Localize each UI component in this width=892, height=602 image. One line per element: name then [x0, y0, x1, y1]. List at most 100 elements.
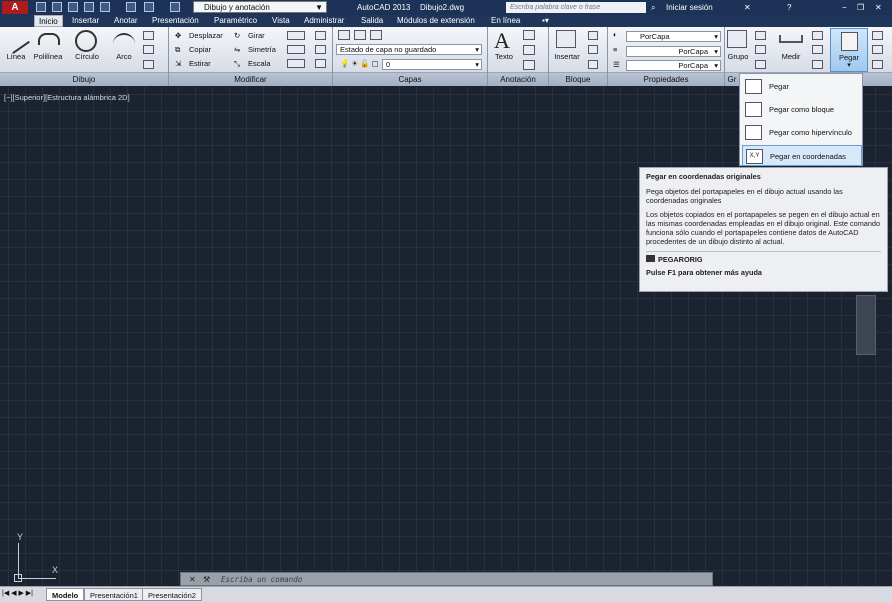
array-icon[interactable] [287, 59, 305, 68]
command-line[interactable]: ✕ ⚒ Escriba un comando [180, 572, 713, 586]
save-icon[interactable] [68, 2, 78, 12]
layer-tools-icon[interactable] [354, 30, 366, 40]
mirror-button[interactable]: Simetría [248, 45, 276, 55]
circle-button[interactable]: Círculo [70, 52, 104, 61]
viewport-label[interactable]: [−][Superior][Estructura alámbrica 2D] [4, 93, 130, 102]
divider [548, 73, 549, 86]
group-edit-icon[interactable] [755, 45, 766, 54]
undo-icon[interactable] [144, 2, 154, 12]
tab-salida[interactable]: Salida [361, 15, 383, 27]
panel-anotacion[interactable]: Anotación [488, 73, 548, 86]
panel-propiedades[interactable]: Propiedades [608, 73, 724, 86]
close-icon[interactable]: ✕ [189, 573, 196, 587]
arc-button[interactable]: Arco [108, 52, 140, 61]
restore-icon[interactable]: ❐ [857, 0, 864, 15]
menu-item-paste-hyperlink[interactable]: Pegar como hipervínculo [742, 122, 862, 143]
util-a-icon[interactable] [812, 31, 823, 40]
panel-bloque[interactable]: Bloque [549, 73, 607, 86]
tab-nav-arrows[interactable]: |◀ ◀ ▶ ▶| [2, 589, 33, 597]
tab-modulos[interactable]: Módulos de extensión [397, 15, 475, 27]
hatch-icon[interactable] [143, 45, 154, 54]
erase-icon[interactable] [315, 31, 326, 40]
plot-icon[interactable] [126, 2, 136, 12]
panel-grupo[interactable]: Gr [725, 73, 739, 86]
dimension-icon[interactable] [523, 30, 535, 40]
explode-icon[interactable] [315, 45, 326, 54]
attribute-icon[interactable] [588, 60, 598, 69]
menu-item-paste-original-coords[interactable]: X,YPegar en coordenadas originales [742, 145, 862, 182]
current-layer-dropdown[interactable]: 0 ▾ [382, 59, 482, 70]
menu-item-paste[interactable]: Pegar [742, 76, 862, 97]
tab-parametrico[interactable]: Paramétrico [214, 15, 257, 27]
polyline-button[interactable]: Polilínea [30, 52, 66, 61]
new-icon[interactable] [36, 2, 46, 12]
copy-button[interactable]: Copiar [189, 45, 211, 55]
panel-capas[interactable]: Capas [333, 73, 487, 86]
exchange-icon[interactable]: ✕ [744, 0, 751, 15]
layout-tab-model[interactable]: Modelo [46, 588, 85, 601]
offset-icon[interactable] [315, 59, 326, 68]
lineweight-dropdown[interactable]: PorCapa ▾ [626, 46, 721, 57]
minimize-icon[interactable]: − [842, 0, 847, 15]
tab-presentacion[interactable]: Presentación [152, 15, 199, 27]
group-button[interactable]: Grupo [724, 52, 752, 61]
trim-icon[interactable] [287, 31, 305, 40]
layer-state-icon[interactable] [370, 30, 382, 40]
redo-icon[interactable] [170, 2, 180, 12]
table-icon[interactable] [523, 60, 535, 70]
tab-insertar[interactable]: Insertar [72, 15, 99, 27]
web-icon[interactable] [100, 2, 110, 12]
search-icon[interactable]: ⌕ [651, 0, 655, 15]
command-input[interactable]: Escriba un comando [221, 573, 302, 587]
group-icon [727, 30, 747, 48]
color-dropdown[interactable]: PorCapa ▾ [626, 31, 721, 42]
measure-button[interactable]: Medir [775, 52, 807, 61]
scale-button[interactable]: Escala [248, 59, 271, 69]
util-c-icon[interactable] [812, 60, 823, 69]
tab-administrar[interactable]: Administrar [304, 15, 344, 27]
app-logo-icon[interactable]: A [2, 1, 28, 14]
fillet-icon[interactable] [287, 45, 305, 54]
linetype-dropdown[interactable]: PorCapa ▾ [626, 60, 721, 71]
tab-inicio[interactable]: Inicio [34, 15, 63, 27]
signin-link[interactable]: Iniciar sesión [666, 0, 713, 15]
open-icon[interactable] [52, 2, 62, 12]
util-b-icon[interactable] [812, 45, 823, 54]
rectangle-icon[interactable] [143, 31, 154, 40]
cut-icon[interactable] [872, 31, 883, 40]
tab-anotar[interactable]: Anotar [114, 15, 138, 27]
wrench-icon[interactable]: ⚒ [203, 573, 210, 587]
tab-vista[interactable]: Vista [272, 15, 290, 27]
tab-en-linea[interactable]: En línea [491, 15, 520, 27]
text-button[interactable]: Texto [490, 52, 518, 61]
match-props-icon[interactable] [872, 60, 883, 69]
menu-item-paste-block[interactable]: Pegar como bloque [742, 99, 862, 120]
navigation-bar[interactable] [856, 295, 876, 355]
line-button[interactable]: Línea [2, 52, 30, 61]
close-icon[interactable]: ✕ [875, 0, 882, 15]
workspace-selector[interactable]: Dibujo y anotación ▼ [193, 1, 327, 13]
panel-modificar[interactable]: Modificar [169, 73, 332, 86]
gradient-icon[interactable] [143, 60, 154, 69]
create-block-icon[interactable] [588, 31, 598, 40]
layout-tab-presentacion1[interactable]: Presentación1 [84, 588, 144, 601]
leader-icon[interactable] [523, 45, 535, 55]
paste-button[interactable]: Pegar ▾ [830, 28, 868, 72]
move-button[interactable]: Desplazar [189, 31, 223, 41]
panel-dibujo[interactable]: Dibujo [0, 73, 168, 86]
group-select-icon[interactable] [755, 60, 766, 69]
ungroup-icon[interactable] [755, 31, 766, 40]
help-icon[interactable]: ? [787, 0, 791, 15]
layout-tab-presentacion2[interactable]: Presentación2 [142, 588, 202, 601]
layer-state-dropdown[interactable]: Estado de capa no guardado ▾ [336, 44, 482, 55]
save-as-icon[interactable] [84, 2, 94, 12]
rotate-button[interactable]: Girar [248, 31, 265, 41]
search-input[interactable]: Escriba palabra clave o frase [506, 2, 646, 13]
insert-button[interactable]: Insertar [549, 52, 585, 61]
file-name: Dibujo2.dwg [420, 3, 465, 12]
ribbon-toggle-icon[interactable]: ▪▾ [542, 15, 549, 27]
stretch-button[interactable]: Estirar [189, 59, 211, 69]
copy-clip-icon[interactable] [872, 45, 883, 54]
layer-properties-icon[interactable] [338, 30, 350, 40]
edit-block-icon[interactable] [588, 45, 598, 54]
